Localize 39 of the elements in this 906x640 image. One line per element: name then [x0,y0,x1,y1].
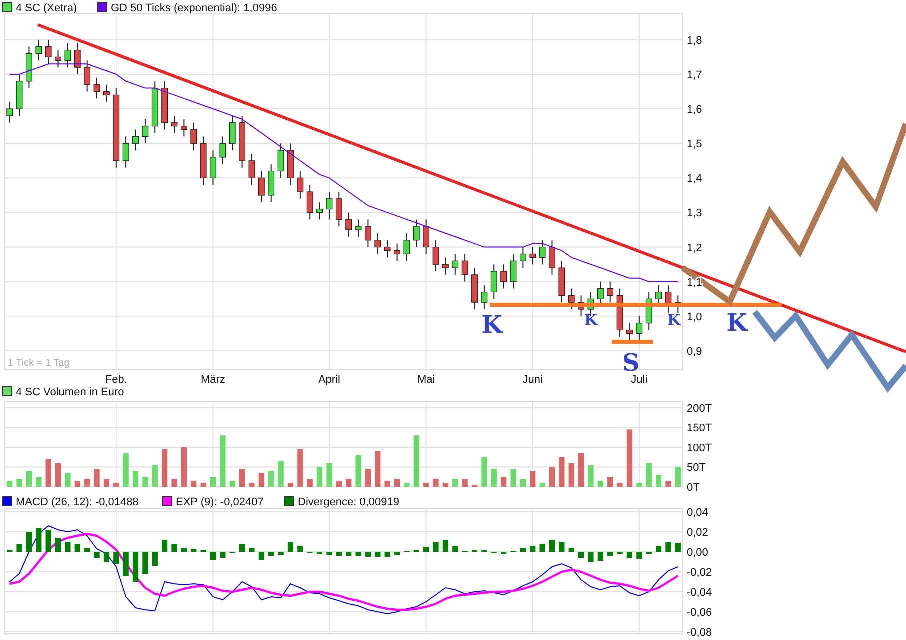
axis-label: 1,4 [687,173,702,186]
annotation-label: K [726,308,748,337]
axis-label: 0,04 [687,507,708,519]
axis-label: 50T [687,462,706,474]
annotation-label: K [667,311,681,329]
legend-label: MACD (26, 12): -0,01488 [16,496,139,508]
axis-label: 150T [687,422,712,435]
axis-label: Juli [631,374,648,386]
legend-label: Divergence: 0,00919 [298,496,400,508]
axis-label: 1,6 [687,104,702,116]
axis-label: -0,08 [687,627,712,639]
axis-label: Mai [417,374,436,386]
axis-label: 0T [687,482,700,494]
axis-label: -0,06 [687,607,712,619]
axis-label: 1,0 [687,311,702,324]
legend-label: EXP (9): -0,02407 [176,496,264,508]
chart-title: 4 SC (Xetra) [16,2,78,14]
axis-label: 100T [687,442,712,454]
axis-label: -0,02 [687,567,712,579]
axis-label: 1,7 [687,69,702,82]
annotation-label: K [482,310,502,339]
axis-label: Juni [522,374,543,386]
axis-label: 200T [687,402,712,415]
axis-label: Feb. [105,374,128,386]
axis-label: 1,2 [687,242,702,254]
annotation-label: K [584,311,598,329]
axis-label: März [201,374,226,386]
axis-label: 0,9 [687,346,702,358]
axis-label: -0,04 [687,587,712,599]
axis-label: 0,00 [687,547,708,559]
axis-label: 1,1 [687,276,702,289]
chart-note: 1 Tick = 1 Tag [8,358,70,369]
axis-label: 0,02 [687,527,708,539]
axis-label: 1,8 [687,34,702,47]
legend-label: GD 50 Ticks (exponential): 1,0996 [111,2,278,14]
axis-label: 1,3 [687,208,702,220]
axis-label: 1,5 [687,138,702,151]
axis-label: April [318,374,340,386]
legend-label: 4 SC Volumen in Euro [16,386,124,398]
